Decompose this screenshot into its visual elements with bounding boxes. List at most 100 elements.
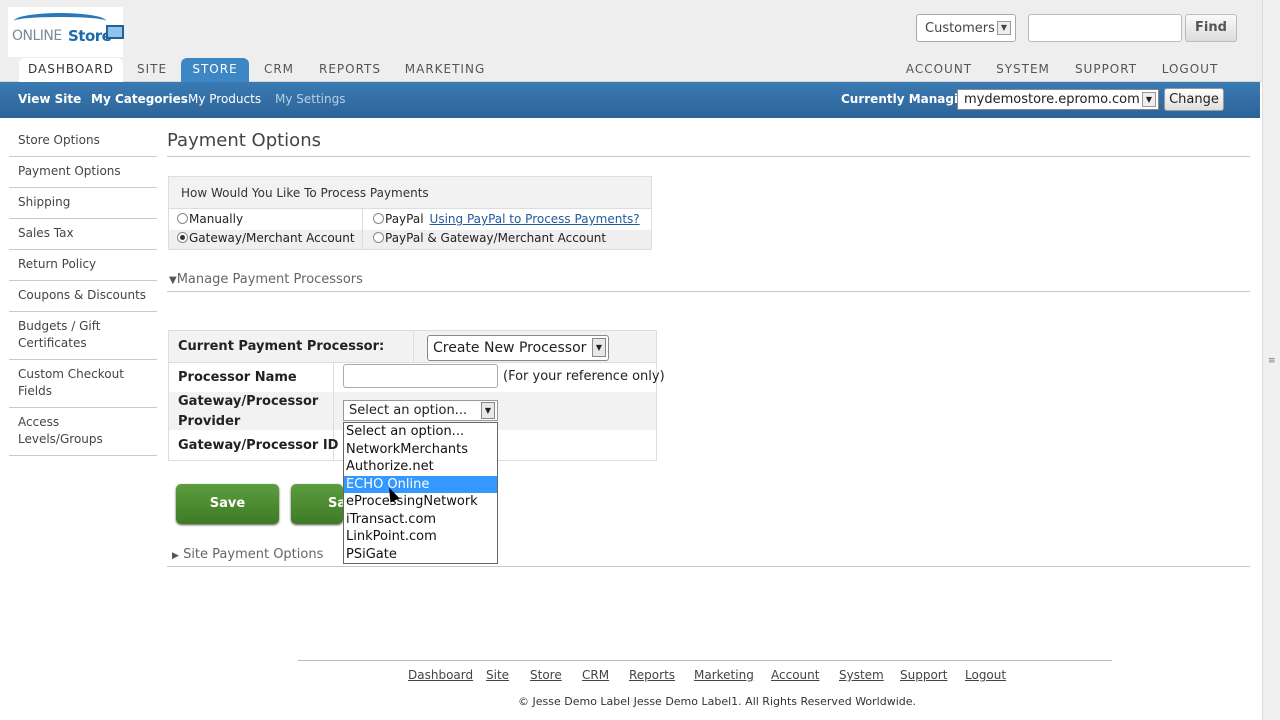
footer-link-marketing[interactable]: Marketing [694, 668, 754, 682]
managing-store-value: mydemostore.epromo.com [964, 92, 1140, 107]
provider-select-value: Select an option... [349, 403, 468, 418]
process-payments-heading: How Would You Like To Process Payments [169, 177, 651, 209]
page-title: Payment Options [167, 130, 321, 151]
sidebar-item-store-options[interactable]: Store Options [9, 126, 157, 157]
title-divider [167, 156, 1250, 157]
sidebar-item-access-levels[interactable]: Access Levels/Groups [9, 408, 157, 456]
option-paypal-gateway[interactable]: PayPal & Gateway/Merchant Account [373, 231, 606, 245]
provider-label-line1: Gateway/Processor [178, 394, 319, 409]
radio-manually[interactable] [177, 213, 188, 224]
current-processor-label: Current Payment Processor: [178, 339, 385, 354]
paypal-help-link[interactable]: Using PayPal to Process Payments? [430, 212, 640, 226]
provider-select[interactable]: Select an option... ▼ [343, 400, 498, 421]
reference-note: (For your reference only) [503, 369, 665, 384]
tab-crm[interactable]: CRM [258, 58, 300, 82]
save-and-continue-button[interactable]: Sa [291, 484, 343, 524]
site-payment-heading: Site Payment Options [183, 547, 324, 562]
change-store-button[interactable]: Change [1164, 88, 1224, 111]
option-gateway[interactable]: Gateway/Merchant Account [177, 231, 355, 245]
search-scope-value: Customers [925, 21, 995, 36]
sidebar-item-shipping[interactable]: Shipping [9, 188, 157, 219]
chevron-down-icon: ▼ [592, 338, 606, 357]
manage-processors-heading: Manage Payment Processors [176, 272, 363, 287]
save-button[interactable]: Save [176, 484, 279, 524]
footer-link-store[interactable]: Store [530, 668, 562, 682]
sidebar-item-return-policy[interactable]: Return Policy [9, 250, 157, 281]
dropdown-option-highlighted[interactable]: ECHO Online [344, 475, 497, 493]
find-button[interactable]: Find [1185, 14, 1237, 42]
option-paypal-label: PayPal [385, 212, 424, 226]
processor-name-label: Processor Name [178, 370, 297, 385]
subnav-my-categories[interactable]: My Categories [91, 92, 188, 106]
radio-paypal-gateway[interactable] [373, 232, 384, 243]
top-header: ONLINE Store Customers ▼ Find DASHBOARD … [0, 0, 1262, 82]
dropdown-option[interactable]: PSiGate [344, 546, 497, 564]
store-logo[interactable]: ONLINE Store [8, 7, 124, 57]
copyright-text: © Jesse Demo Label Jesse Demo Label1. Al… [518, 695, 917, 708]
radio-gateway[interactable] [177, 232, 188, 243]
search-input[interactable] [1028, 14, 1182, 42]
processor-name-input[interactable] [343, 364, 498, 388]
dropdown-option[interactable]: Authorize.net [344, 458, 497, 476]
tab-site[interactable]: SITE [130, 58, 174, 82]
sidebar-item-checkout-fields[interactable]: Custom Checkout Fields [9, 360, 157, 408]
dropdown-option[interactable]: eProcessingNetwork [344, 493, 497, 511]
option-gateway-label: Gateway/Merchant Account [189, 231, 355, 245]
chevron-down-icon: ▼ [481, 402, 495, 419]
footer-link-support[interactable]: Support [900, 668, 947, 682]
chevron-down-icon: ▼ [1142, 92, 1156, 107]
dropdown-option[interactable]: iTransact.com [344, 511, 497, 529]
site-payment-divider [167, 566, 1250, 567]
radio-paypal[interactable] [373, 213, 384, 224]
sidebar: Store Options Payment Options Shipping S… [9, 126, 157, 456]
provider-dropdown-list[interactable]: Select an option... NetworkMerchants Aut… [343, 422, 498, 564]
manage-divider [167, 291, 1250, 292]
subnav-view-site[interactable]: View Site [18, 92, 81, 106]
tab-store[interactable]: STORE [181, 58, 249, 82]
subnav-my-settings[interactable]: My Settings [275, 92, 346, 106]
option-manually[interactable]: Manually [177, 212, 243, 226]
process-column-divider [362, 209, 363, 249]
site-payment-toggle[interactable]: ▶ Site Payment Options [172, 547, 323, 562]
option-paypal[interactable]: PayPal Using PayPal to Process Payments? [373, 212, 640, 226]
current-processor-value: Create New Processor [433, 340, 587, 356]
footer-link-site[interactable]: Site [486, 668, 509, 682]
monitor-icon [106, 25, 124, 39]
manage-processors-toggle[interactable]: ▼Manage Payment Processors [169, 272, 363, 287]
subnav-my-products[interactable]: My Products [188, 92, 261, 106]
footer-link-account[interactable]: Account [771, 668, 819, 682]
footer-link-crm[interactable]: CRM [582, 668, 609, 682]
footer-link-logout[interactable]: Logout [965, 668, 1006, 682]
footer-divider [298, 660, 1112, 661]
dropdown-option[interactable]: NetworkMerchants [344, 441, 497, 459]
logo-text-store: Store [68, 27, 112, 45]
sidebar-item-coupons[interactable]: Coupons & Discounts [9, 281, 157, 312]
dropdown-option[interactable]: Select an option... [344, 423, 497, 441]
tab-logout[interactable]: LOGOUT [1158, 58, 1222, 82]
option-manually-label: Manually [189, 212, 244, 226]
option-paypal-gateway-label: PayPal & Gateway/Merchant Account [385, 231, 607, 245]
gateway-id-label: Gateway/Processor ID [178, 438, 339, 453]
footer-link-system[interactable]: System [839, 668, 884, 682]
tab-system[interactable]: SYSTEM [992, 58, 1054, 82]
tab-dashboard[interactable]: DASHBOARD [19, 58, 123, 82]
processor-column-divider [413, 331, 414, 363]
sidebar-item-payment-options[interactable]: Payment Options [9, 157, 157, 188]
chevron-down-icon: ▼ [997, 21, 1011, 35]
dropdown-option[interactable]: LinkPoint.com [344, 528, 497, 546]
sidebar-item-sales-tax[interactable]: Sales Tax [9, 219, 157, 250]
provider-label-line2: Provider [178, 414, 241, 429]
footer-link-dashboard[interactable]: Dashboard [408, 668, 473, 682]
current-processor-select[interactable]: Create New Processor ▼ [427, 335, 609, 361]
tab-marketing[interactable]: MARKETING [400, 58, 490, 82]
search-scope-select[interactable]: Customers ▼ [916, 14, 1016, 42]
sidebar-item-budgets[interactable]: Budgets / Gift Certificates [9, 312, 157, 360]
logo-text-online: ONLINE [12, 28, 62, 44]
tab-reports[interactable]: REPORTS [316, 58, 384, 82]
scroll-grip-icon: ≡ [1268, 356, 1276, 366]
page-scrollbar[interactable]: ≡ [1262, 0, 1280, 720]
footer-link-reports[interactable]: Reports [629, 668, 675, 682]
managing-store-select[interactable]: mydemostore.epromo.com ▼ [957, 89, 1159, 110]
tab-support[interactable]: SUPPORT [1070, 58, 1142, 82]
tab-account[interactable]: ACCOUNT [902, 58, 976, 82]
